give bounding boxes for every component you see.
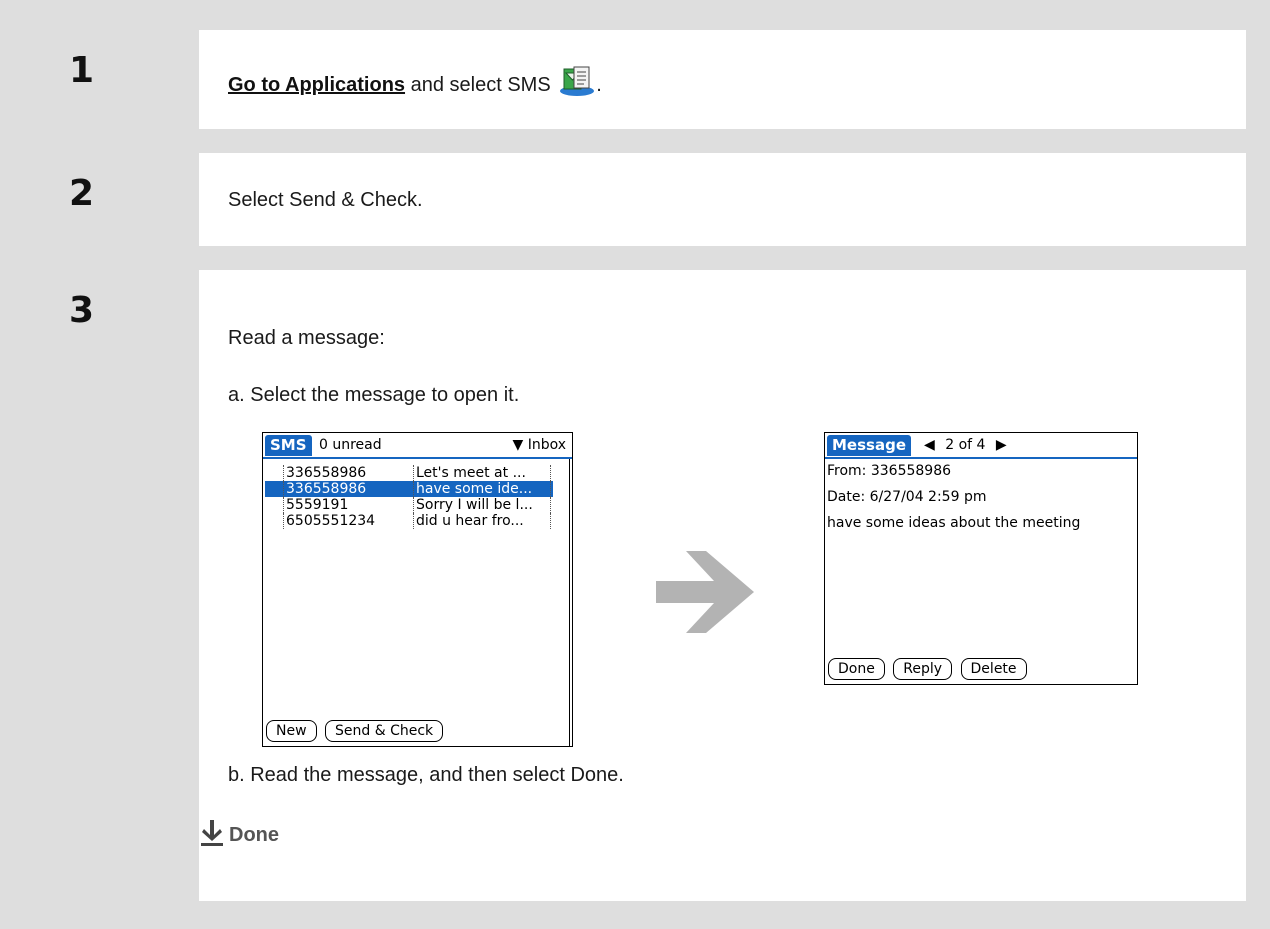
new-button[interactable]: New xyxy=(266,720,317,742)
list-item[interactable]: 336558986 Let's meet at ... xyxy=(283,465,573,481)
step-2: 2 Select Send & Check. xyxy=(27,153,1246,246)
sms-button-bar: New Send & Check xyxy=(266,720,444,742)
step-number: 3 xyxy=(27,270,199,901)
step-number: 1 xyxy=(27,30,199,129)
date-line: Date: 6/27/04 2:59 pm xyxy=(827,489,987,505)
sms-inbox-screen: SMS 0 unread ▼ Inbox 336558986 Let's mee… xyxy=(262,432,573,747)
step-3a-text: a. Select the message to open it. xyxy=(228,384,520,406)
message-body: have some ideas about the meeting xyxy=(827,515,1081,531)
delete-button[interactable]: Delete xyxy=(960,658,1027,680)
unread-count: 0 unread xyxy=(319,437,382,453)
step-number: 2 xyxy=(27,153,199,246)
list-item[interactable]: 5559191 Sorry I will be l... xyxy=(283,497,573,513)
reply-button[interactable]: Reply xyxy=(893,658,953,680)
message-pager: ◀ 2 of 4 ▶ xyxy=(924,437,1007,453)
next-arrow-icon[interactable]: ▶ xyxy=(996,437,1007,453)
step-3-text: Read a message: xyxy=(228,327,385,349)
list-item[interactable]: 6505551234 did u hear fro... xyxy=(283,513,573,529)
list-item-selected[interactable]: 336558986 have some ide... xyxy=(265,481,553,497)
step-2-text: Select Send & Check. xyxy=(228,189,423,211)
from-line: From: 336558986 xyxy=(827,463,952,479)
step-body: Go to Applications and select SMS . xyxy=(199,30,1246,129)
message-list: 336558986 Let's meet at ... 336558986 ha… xyxy=(265,465,573,529)
step-1-text: Go to Applications and select SMS . xyxy=(228,65,602,97)
step-body: Select Send & Check. xyxy=(199,153,1246,246)
message-button-bar: Done Reply Delete xyxy=(828,658,1027,680)
done-indicator: Done xyxy=(201,820,279,847)
done-button[interactable]: Done xyxy=(828,658,885,680)
title-divider xyxy=(825,457,1137,459)
message-header: Message ◀ 2 of 4 ▶ xyxy=(827,435,1135,457)
previous-arrow-icon[interactable]: ◀ xyxy=(924,437,935,453)
sms-app-icon xyxy=(558,65,596,97)
arrow-right-icon xyxy=(656,551,754,633)
step-1: 1 Go to Applications and select SMS . xyxy=(27,30,1246,129)
step-3b-text: b. Read the message, and then select Don… xyxy=(228,764,624,786)
triangle-down-icon: ▼ xyxy=(512,437,524,453)
sms-header: SMS 0 unread ▼ Inbox xyxy=(265,435,570,457)
arrow-down-icon xyxy=(201,820,223,846)
title-divider xyxy=(263,457,572,459)
sms-title-tab: SMS xyxy=(265,435,312,456)
message-title-tab: Message xyxy=(827,435,911,456)
go-to-applications-link[interactable]: Go to Applications xyxy=(228,74,405,96)
scrollbar[interactable] xyxy=(569,459,572,746)
message-screen: Message ◀ 2 of 4 ▶ From: 336558986 Date:… xyxy=(824,432,1138,685)
send-check-button[interactable]: Send & Check xyxy=(325,720,444,742)
folder-picker[interactable]: ▼ Inbox xyxy=(512,437,566,453)
